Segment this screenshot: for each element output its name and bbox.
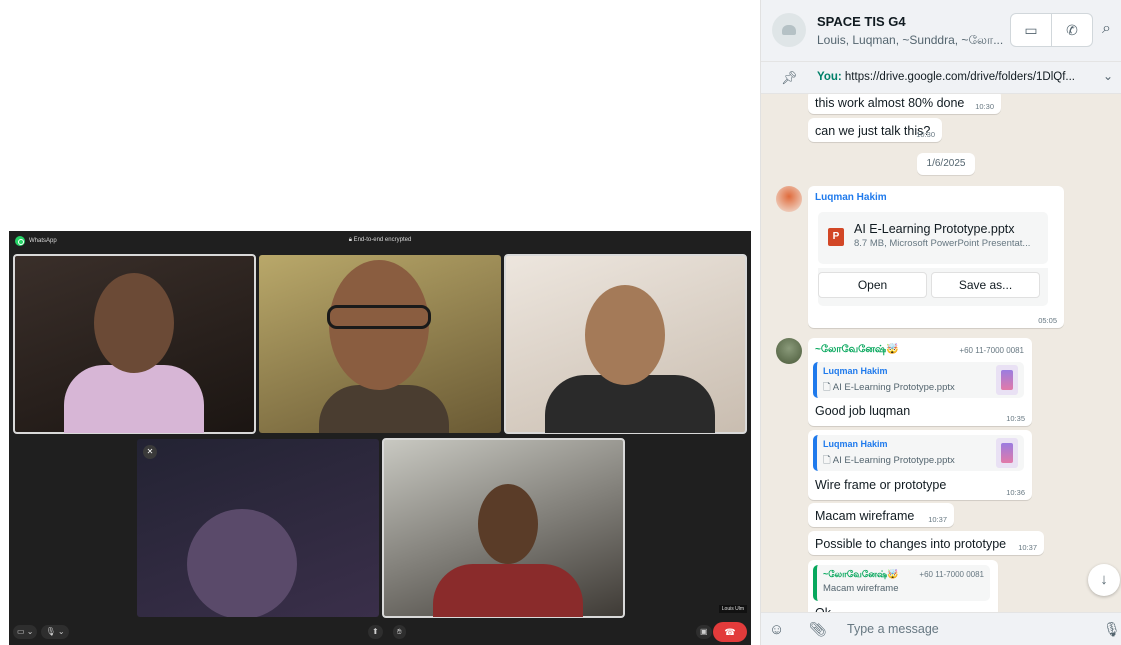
video-call-window: WhatsApp 🔒︎ End-to-end encrypted ✕ ▭ ⌄ 🎙… bbox=[9, 231, 751, 645]
message-text: Possible to changes into prototype bbox=[815, 537, 1007, 551]
message-bubble[interactable]: can we just talk this? 10:30 bbox=[808, 118, 942, 142]
message-time: 05:05 bbox=[1038, 316, 1057, 325]
quoted-message[interactable]: Luqman Hakim 🗋 AI E-Learning Prototype.p… bbox=[813, 435, 1024, 471]
participant-face bbox=[94, 273, 174, 373]
reply-message[interactable]: ~லோவேனேஷ்🤯 +60 11-7000 0081 Macam wirefr… bbox=[808, 560, 998, 612]
video-call-button[interactable]: ▭ bbox=[1011, 14, 1052, 46]
paperclip-icon[interactable]: 📎︎ bbox=[809, 621, 827, 638]
camera-toggle-button[interactable]: ▭ ⌄ bbox=[13, 625, 38, 639]
participant-face bbox=[478, 484, 538, 564]
avatar[interactable] bbox=[776, 338, 802, 364]
voice-call-button[interactable]: ✆ bbox=[1052, 14, 1092, 46]
phone-icon: ✆ bbox=[1066, 21, 1078, 38]
quoted-sender: Luqman Hakim bbox=[823, 439, 888, 449]
message-time: 10:35 bbox=[1006, 414, 1025, 423]
pin-icon: 📌︎ bbox=[781, 70, 798, 85]
date-separator: 1/6/2025 bbox=[917, 153, 975, 175]
glasses bbox=[327, 305, 431, 329]
muted-mic-icon: ✕ bbox=[143, 445, 157, 459]
composer: ☺ 📎︎ 🎙︎ bbox=[761, 612, 1121, 645]
participant-tile-2[interactable] bbox=[259, 255, 501, 433]
quoted-sender: Luqman Hakim bbox=[823, 366, 888, 376]
video-icon: ▭ bbox=[1024, 21, 1038, 38]
pinned-message-bar[interactable]: 📌︎ You: https://drive.google.com/drive/f… bbox=[761, 62, 1121, 94]
message-sender: Luqman Hakim bbox=[815, 192, 887, 203]
participant-body bbox=[64, 365, 204, 433]
participant-body bbox=[433, 564, 583, 617]
group-avatar[interactable] bbox=[772, 13, 806, 47]
message-time: 10:36 bbox=[1006, 488, 1025, 497]
reply-message[interactable]: Luqman Hakim 🗋 AI E-Learning Prototype.p… bbox=[808, 430, 1032, 500]
reply-message[interactable]: ~லோவேனேஷ்🤯 +60 11-7000 0081 Luqman Hakim… bbox=[808, 338, 1032, 426]
quoted-message[interactable]: Luqman Hakim 🗋 AI E-Learning Prototype.p… bbox=[813, 362, 1024, 398]
powerpoint-icon: P bbox=[828, 228, 844, 246]
open-button[interactable]: Open bbox=[818, 272, 927, 298]
document-card[interactable]: P AI E-Learning Prototype.pptx 8.7 MB, M… bbox=[818, 212, 1048, 264]
chat-header: SPACE TIS G4 Louis, Luqman, ~Sunddra, ~ல… bbox=[761, 0, 1121, 62]
message-text: Good job luqman bbox=[815, 404, 911, 418]
mic-toggle-button[interactable]: 🎙︎ ⌄ bbox=[41, 625, 69, 639]
message-input[interactable] bbox=[841, 617, 1081, 641]
quoted-sender: ~லோவேனேஷ்🤯 bbox=[823, 569, 899, 579]
chat-panel: SPACE TIS G4 Louis, Luqman, ~Sunddra, ~ல… bbox=[760, 0, 1121, 645]
participant-face bbox=[187, 509, 297, 617]
quoted-thumbnail bbox=[996, 365, 1018, 395]
participant-face bbox=[585, 285, 665, 385]
message-time: 10:30 bbox=[916, 130, 935, 139]
group-members[interactable]: Louis, Luqman, ~Sunddra, ~லோ... bbox=[817, 33, 1003, 49]
call-buttons: ▭ ✆ bbox=[1010, 13, 1093, 47]
quoted-thumbnail bbox=[996, 438, 1018, 468]
message-bubble[interactable]: Possible to changes into prototype 10:37 bbox=[808, 531, 1044, 555]
document-meta: 8.7 MB, Microsoft PowerPoint Presentat..… bbox=[854, 238, 1031, 249]
document-name: AI E-Learning Prototype.pptx bbox=[854, 222, 1015, 236]
participant-tile-1[interactable] bbox=[13, 254, 256, 434]
quoted-message[interactable]: ~லோவேனேஷ்🤯 +60 11-7000 0081 Macam wirefr… bbox=[813, 565, 990, 601]
document-message[interactable]: Luqman Hakim P AI E-Learning Prototype.p… bbox=[808, 186, 1064, 328]
sender-phone: +60 11-7000 0081 bbox=[959, 346, 1024, 355]
avatar[interactable] bbox=[776, 186, 802, 212]
message-bubble[interactable]: Macam wireframe 10:37 bbox=[808, 503, 954, 527]
participant-body bbox=[319, 385, 449, 433]
mic-icon[interactable]: 🎙︎ bbox=[1103, 621, 1121, 638]
participant-tile-3[interactable] bbox=[504, 254, 747, 434]
participant-tile-4[interactable]: ✕ bbox=[137, 439, 379, 617]
chevron-down-icon[interactable]: ⌄ bbox=[1103, 69, 1113, 83]
search-icon[interactable]: ⌕ bbox=[1102, 20, 1121, 40]
message-list[interactable]: this work almost 80% done 10:30 can we j… bbox=[761, 94, 1121, 612]
pinned-text: You: https://drive.google.com/drive/fold… bbox=[817, 71, 1076, 83]
emoji-icon[interactable]: ☺ bbox=[769, 621, 784, 638]
message-bubble[interactable]: this work almost 80% done 10:30 bbox=[808, 94, 1001, 114]
document-actions: Open Save as... bbox=[818, 268, 1048, 306]
screen-share-button[interactable]: ⬆︎ bbox=[368, 625, 383, 639]
arrow-down-icon[interactable]: ↓ bbox=[1088, 564, 1120, 596]
end-call-button[interactable]: ☎︎ bbox=[713, 622, 747, 642]
quoted-phone: +60 11-7000 0081 bbox=[919, 570, 984, 579]
message-time: 10:30 bbox=[975, 102, 994, 111]
quoted-text: 🗋 AI E-Learning Prototype.pptx bbox=[823, 382, 955, 393]
message-time: 10:37 bbox=[928, 515, 947, 524]
quoted-text: Macam wireframe bbox=[823, 583, 899, 594]
group-name[interactable]: SPACE TIS G4 bbox=[817, 14, 906, 29]
layout-button[interactable]: ▣ bbox=[696, 625, 712, 639]
message-text: Macam wireframe bbox=[815, 509, 915, 523]
message-sender: ~லோவேனேஷ்🤯 bbox=[815, 344, 899, 355]
message-text: this work almost 80% done bbox=[815, 96, 965, 110]
call-titlebar: WhatsApp 🔒︎ End-to-end encrypted bbox=[9, 231, 751, 251]
call-controls: ▭ ⌄ 🎙︎ ⌄ ⬆︎ ✋︎ ▣ Louis Ulm ☎︎ bbox=[9, 605, 751, 645]
message-text: can we just talk this? bbox=[815, 124, 931, 138]
self-name-label: Louis Ulm bbox=[718, 605, 747, 613]
encryption-label: 🔒︎ End-to-end encrypted bbox=[348, 237, 412, 243]
participant-tile-5[interactable] bbox=[382, 438, 625, 618]
quoted-text: 🗋 AI E-Learning Prototype.pptx bbox=[823, 455, 955, 466]
message-text: Wire frame or prototype bbox=[815, 478, 947, 492]
raise-hand-button[interactable]: ✋︎ bbox=[393, 625, 406, 639]
group-icon bbox=[782, 25, 796, 35]
save-as-button[interactable]: Save as... bbox=[931, 272, 1040, 298]
message-time: 10:37 bbox=[1018, 543, 1037, 552]
